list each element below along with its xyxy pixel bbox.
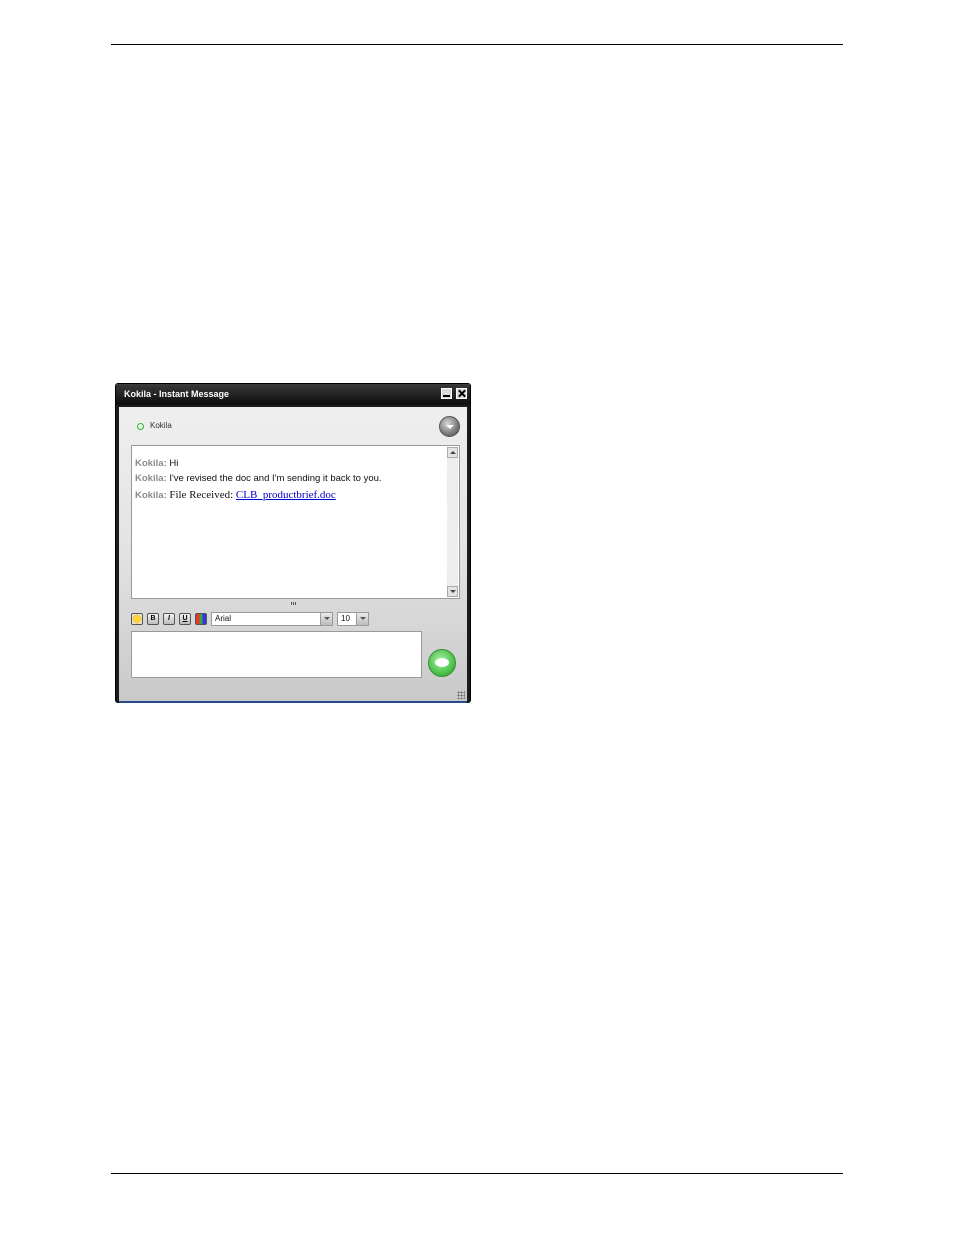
underline-button[interactable]: U (179, 613, 191, 625)
window-title: Kokila - Instant Message (124, 389, 230, 399)
instant-message-window: Kokila - Instant Message Kokila Kokila: … (115, 383, 471, 703)
message-item: Kokila: File Received: CLB_productbrief.… (135, 489, 336, 501)
online-status-icon (137, 423, 144, 430)
font-select[interactable]: Arial (211, 612, 333, 626)
bold-button[interactable]: B (147, 613, 159, 625)
message-sender: Kokila: (135, 458, 167, 469)
message-compose-input[interactable] (131, 631, 422, 678)
text-color-button[interactable] (195, 613, 207, 625)
font-size-select[interactable]: 10 (337, 612, 369, 626)
close-icon[interactable] (456, 388, 467, 399)
options-menu-button[interactable] (439, 416, 460, 437)
message-text: File Received: (169, 489, 236, 501)
message-transcript[interactable]: Kokila: Hi Kokila: I've revised the doc … (131, 445, 460, 599)
header-rule (111, 44, 843, 45)
chevron-down-icon[interactable] (320, 613, 332, 625)
send-button[interactable] (428, 649, 456, 677)
file-link[interactable]: CLB_productbrief.doc (236, 489, 336, 501)
font-select-value: Arial (215, 614, 232, 623)
message-sender: Kokila: (135, 473, 167, 484)
message-item: Kokila: Hi (135, 458, 178, 469)
scroll-down-icon[interactable] (447, 586, 458, 597)
transcript-scrollbar[interactable] (447, 447, 458, 597)
resize-grip-icon[interactable] (457, 691, 465, 699)
message-text: I've revised the doc and I'm sending it … (169, 473, 382, 484)
scroll-up-icon[interactable] (447, 447, 458, 458)
footer-rule (111, 1173, 843, 1174)
minimize-icon[interactable] (441, 388, 452, 399)
contact-name: Kokila (150, 421, 172, 430)
emoticon-button[interactable] (131, 613, 143, 625)
italic-button[interactable]: I (163, 613, 175, 625)
message-sender: Kokila: (135, 490, 167, 501)
font-size-value: 10 (341, 614, 350, 623)
pane-splitter-handle[interactable] (291, 602, 297, 605)
window-body: Kokila Kokila: Hi Kokila: I've revised t… (119, 407, 467, 703)
title-bar[interactable]: Kokila - Instant Message (116, 384, 470, 405)
message-text: Hi (169, 458, 179, 469)
message-item: Kokila: I've revised the doc and I'm sen… (135, 473, 382, 484)
chevron-down-icon[interactable] (356, 613, 368, 625)
